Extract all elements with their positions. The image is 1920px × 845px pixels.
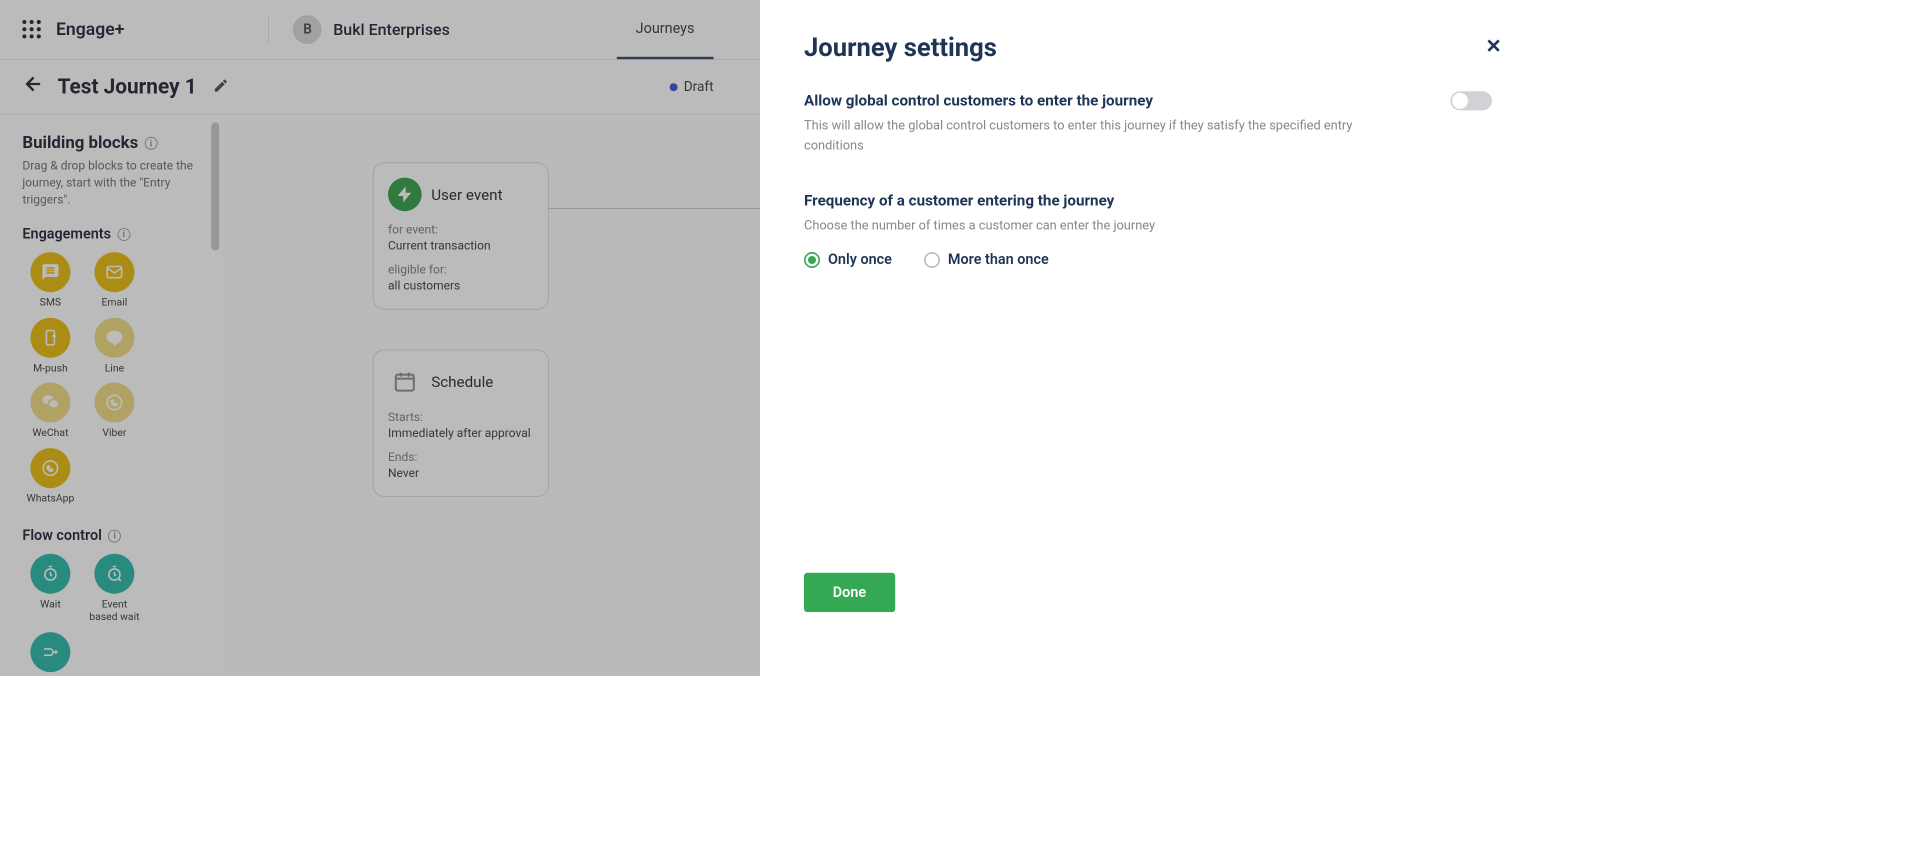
setting-global-control: Allow global control customers to enter … bbox=[804, 91, 1492, 155]
setting-title: Allow global control customers to enter … bbox=[804, 91, 1492, 109]
journey-settings-drawer: Journey settings Allow global control cu… bbox=[760, 0, 1536, 676]
drawer-title: Journey settings bbox=[804, 32, 1492, 62]
setting-desc: This will allow the global control custo… bbox=[804, 116, 1396, 156]
done-button[interactable]: Done bbox=[804, 573, 895, 612]
frequency-radio-group: Only once More than once bbox=[804, 252, 1492, 269]
radio-icon bbox=[924, 252, 940, 268]
radio-more-than-once[interactable]: More than once bbox=[924, 252, 1049, 269]
close-icon[interactable] bbox=[1483, 35, 1504, 59]
radio-icon bbox=[804, 252, 820, 268]
setting-title: Frequency of a customer entering the jou… bbox=[804, 191, 1492, 209]
setting-frequency: Frequency of a customer entering the jou… bbox=[804, 191, 1492, 268]
global-control-toggle[interactable] bbox=[1450, 91, 1492, 110]
toggle-knob bbox=[1452, 93, 1468, 109]
setting-desc: Choose the number of times a customer ca… bbox=[804, 216, 1396, 236]
radio-only-once[interactable]: Only once bbox=[804, 252, 892, 269]
